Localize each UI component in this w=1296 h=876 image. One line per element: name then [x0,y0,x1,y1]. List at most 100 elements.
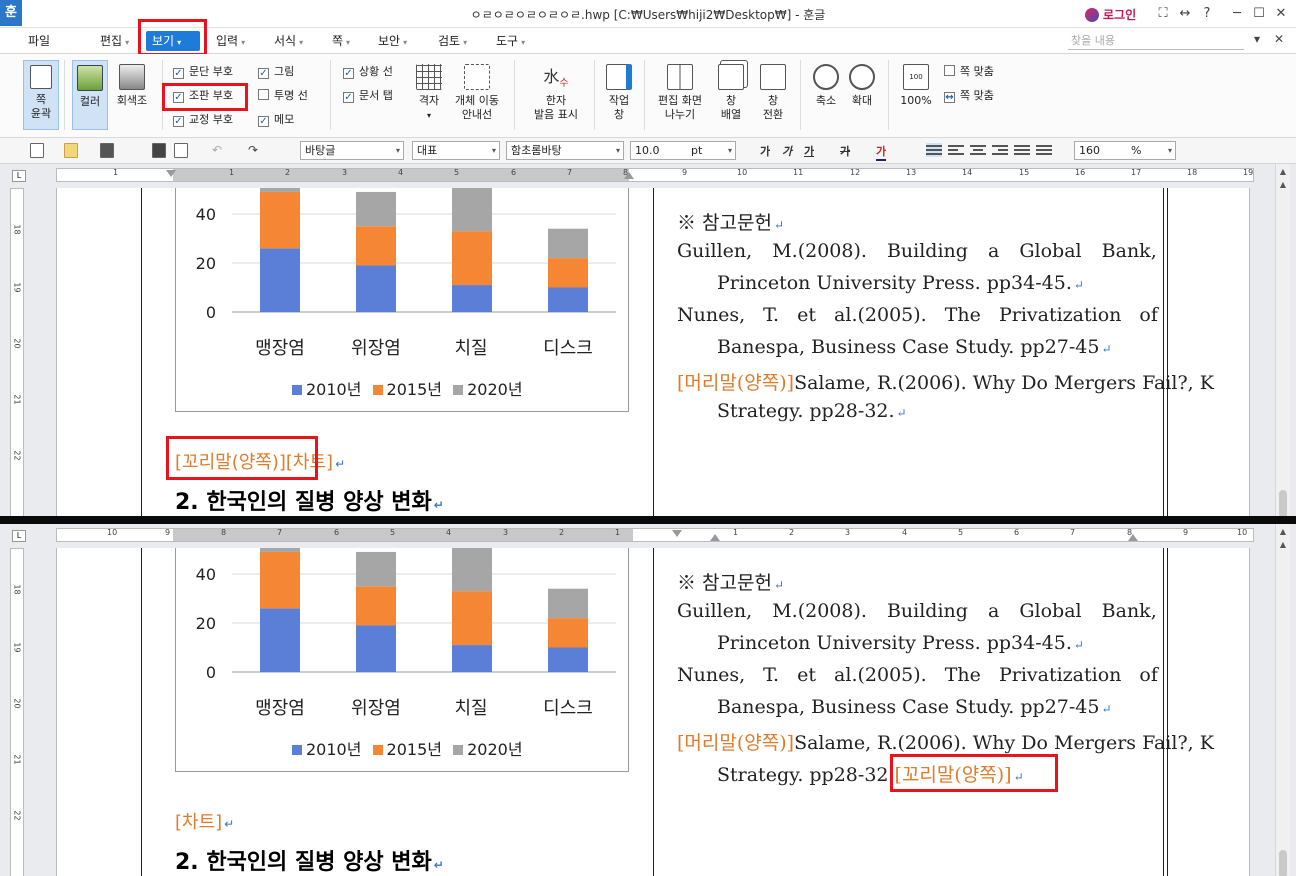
font-color-button[interactable]: 가 [876,143,887,161]
menu-page[interactable]: 쪽 ▾ [326,31,356,51]
menu-view[interactable]: 보기 ▾ [146,31,200,51]
check-proofreading-mark[interactable]: ✓ 교정 부호 [173,112,233,128]
close-button[interactable]: ✕ [1270,4,1292,24]
vertical-ruler-bottom[interactable]: 18 19 20 21 22 [10,548,24,876]
chart-top[interactable]: 40 20 0 맹장염 위장염 치질 디스크 2010년 2015년 2020년 [175,188,629,412]
ref-line[interactable]: Guillen, M.(2008). Building a Global Ban… [677,240,1157,262]
strike-button[interactable]: 가 [840,143,850,159]
zoom-100-button[interactable]: 100 100% [896,64,936,130]
scroll-thumb[interactable] [1279,490,1287,516]
section-heading[interactable]: 2. 한국인의 질병 양상 변화 ↵ [175,844,444,876]
align-left-icon[interactable] [948,143,964,157]
ref-title[interactable]: ※ 참고문헌 ↵ [677,208,784,235]
document-pane-top[interactable]: L 1 1 2 3 4 5 6 7 8 9 10 11 12 13 14 15 … [0,164,1296,516]
work-window-button[interactable]: 작업 창 [600,64,638,130]
menu-tools[interactable]: 도구 ▾ [490,31,531,51]
ref-title[interactable]: ※ 참고문헌 ↵ [677,568,784,595]
ref-line[interactable]: Princeton University Press. pp34-45. ↵ [717,632,1084,654]
ref-line[interactable]: Princeton University Press. pp34-45. ↵ [717,272,1084,294]
print-icon[interactable] [152,143,166,158]
ref-line-with-header[interactable]: [머리말(양쪽)]Salame, R.(2006). Why Do Merger… [677,728,1214,755]
undo-icon[interactable]: ↶ [212,143,226,158]
ref-line[interactable]: Banespa, Business Case Study. pp27-45 ↵ [717,696,1112,718]
ribbon-toggle-icon[interactable]: ▾ [1254,32,1260,46]
split-screen-button[interactable]: 편집 화면 나누기 [652,64,708,130]
menu-insert[interactable]: 입력 ▾ [210,31,251,51]
check-transparent-line[interactable]: 투명 선 [258,88,308,104]
font-select[interactable]: 함초롬바탕 ▾ [506,141,624,160]
right-margin-marker[interactable] [624,172,634,179]
color-button[interactable]: 컬러 [72,60,108,130]
save-icon[interactable] [100,143,114,158]
check-status-line[interactable]: ✓ 상황 선 [343,64,393,80]
align-distribute-icon[interactable] [1014,143,1030,157]
object-move-guide-button[interactable]: 개체 이동 안내선 [450,64,504,130]
ref-line[interactable]: Banespa, Business Case Study. pp27-45 ↵ [717,336,1112,358]
chart-bottom[interactable]: 40 20 0 맹장염 위장염 치질 디스크 2010년 2015년 2020년 [175,548,629,772]
check-paragraph-mark[interactable]: ✓ 문단 부호 [173,64,233,80]
help-icon[interactable]: ? [1196,4,1218,24]
ref-line[interactable]: Nunes, T. et al.(2005). The Privatizatio… [677,664,1158,686]
grayscale-button[interactable]: 회색조 [112,64,152,130]
left-indent-marker[interactable] [710,534,720,541]
fullscreen-icon[interactable]: ⛶ [1152,4,1174,24]
footer-tag[interactable]: [꼬리말(양쪽)][차트] ↵ [175,448,345,474]
page-outline-button[interactable]: 쪽 윤곽 [23,60,59,130]
scroll-thumb[interactable] [1279,850,1287,876]
check-picture[interactable]: ✓ 그림 [258,64,294,80]
document-pane-bottom[interactable]: L 10 9 8 7 6 5 4 3 2 1 1 2 3 4 5 6 7 8 9… [0,524,1296,876]
zoom-in-button[interactable]: 확대 [844,64,880,130]
new-document-icon[interactable] [30,143,44,158]
fit-width-button[interactable]: ↔ 쪽 맞춤 [944,88,994,104]
minimize-button[interactable]: ─ [1226,4,1248,24]
ruler-corner-icon[interactable]: L [12,530,26,542]
menu-format[interactable]: 서식 ▾ [268,31,309,51]
section-heading[interactable]: 2. 한국인의 질병 양상 변화 ↵ [175,484,444,516]
horizontal-ruler-bottom[interactable]: 10 9 8 7 6 5 4 3 2 1 1 2 3 4 5 6 7 8 9 1… [56,528,1254,542]
redo-icon[interactable]: ↷ [248,143,262,158]
check-memo[interactable]: ✓ 메모 [258,112,294,128]
page-top[interactable]: 40 20 0 맹장염 위장염 치질 디스크 2010년 2015년 2020년… [56,188,1250,516]
italic-button[interactable]: 가 [782,143,792,159]
vertical-scrollbar-bottom[interactable]: ▲ ▲ [1275,524,1290,876]
indent-marker[interactable] [166,170,176,177]
window-arrange-button[interactable]: 창 배열 [712,64,750,130]
fit-page-button[interactable]: 쪽 맞춤 [944,64,994,80]
menu-security[interactable]: 보안 ▾ [372,31,413,51]
language-select[interactable]: 대표 ▾ [412,141,500,160]
right-margin-marker[interactable] [1128,534,1138,541]
zoom-out-button[interactable]: 축소 [808,64,844,130]
ref-line[interactable]: Strategy. pp28-32. ↵ [717,400,907,422]
bold-button[interactable]: 가 [760,143,770,159]
ref-line[interactable]: Nunes, T. et al.(2005). The Privatizatio… [677,304,1158,326]
horizontal-ruler-top[interactable]: 1 1 2 3 4 5 6 7 8 9 10 11 12 13 14 15 16… [56,168,1254,182]
font-size-input[interactable]: 10.0 pt ▾ [630,141,736,160]
ref-line-with-header[interactable]: [머리말(양쪽)]Salame, R.(2006). Why Do Merger… [677,368,1214,395]
vertical-scrollbar-top[interactable]: ▲ ▲ [1275,164,1290,516]
window-switch-button[interactable]: 창 전환 [754,64,792,130]
page-bottom[interactable]: 40 20 0 맹장염 위장염 치질 디스크 2010년 2015년 2020년… [56,548,1250,876]
grid-button[interactable]: 격자 ▾ [410,64,448,130]
align-justify-icon[interactable] [926,143,942,157]
align-right-icon[interactable] [992,143,1008,157]
hanja-pronunciation-button[interactable]: 水수 한자 발음 표시 [526,64,586,130]
underline-button[interactable]: 가 [804,143,814,159]
vertical-ruler-top[interactable]: 18 19 20 21 22 [10,188,24,516]
split-divider[interactable] [0,516,1296,524]
resize-icon[interactable]: ↔ [1174,4,1196,24]
check-document-tab[interactable]: ✓ 문서 탭 [343,88,393,104]
close-doc-icon[interactable]: ✕ [1274,32,1284,46]
open-folder-icon[interactable] [64,143,78,158]
ref-line-with-footer[interactable]: Strategy. pp28-32.[꼬리말(양쪽)] ↵ [717,760,1024,787]
align-divide-icon[interactable] [1036,143,1052,157]
find-input[interactable]: 찾을 내용 [1068,32,1244,50]
align-center-icon[interactable] [970,143,986,157]
style-select[interactable]: 바탕글 ▾ [300,141,404,160]
ruler-corner-icon[interactable]: L [12,170,26,182]
menu-review[interactable]: 검토 ▾ [432,31,473,51]
indent-marker[interactable] [672,530,682,537]
menu-edit[interactable]: 편집 ▾ [94,31,135,51]
zoom-input[interactable]: 160% ▾ [1074,141,1176,160]
ref-line[interactable]: Guillen, M.(2008). Building a Global Ban… [677,600,1157,622]
login-button[interactable]: 로그인 [1085,6,1136,23]
